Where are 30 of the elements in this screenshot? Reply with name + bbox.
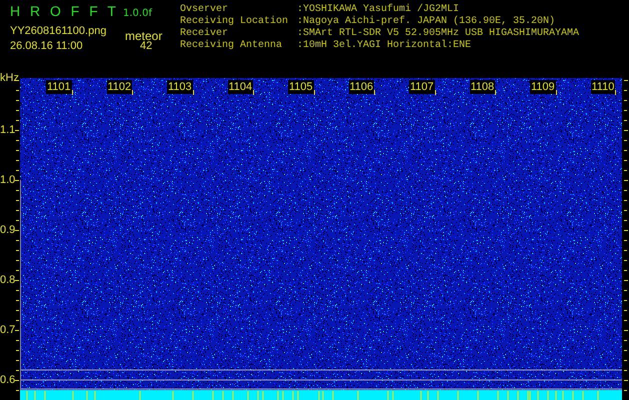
info-label: Receiving Location bbox=[180, 16, 290, 28]
time-label: 1103 bbox=[167, 80, 193, 94]
info-label: Receiving Antenna bbox=[180, 40, 284, 52]
info-label: Receiver bbox=[180, 28, 230, 40]
time-label: 1101 bbox=[46, 80, 72, 94]
axis-label: 1.0 bbox=[0, 173, 16, 187]
time-label: 1109 bbox=[530, 80, 556, 94]
meteor-count: 42 bbox=[140, 40, 152, 52]
info-value: :SMArt RTL-SDR V5 52.905MHz USB HIGASHIMURAYAMA bbox=[297, 28, 580, 40]
file-name: YY2608161100.png bbox=[10, 25, 108, 37]
axis-label: 0.7 bbox=[0, 323, 16, 337]
axis-label: 0.8 bbox=[0, 273, 16, 287]
info-value: :10mH 3el.YAGI Horizontal:ENE bbox=[297, 40, 472, 52]
time-label: 1104 bbox=[228, 80, 254, 94]
axis-label: 0.9 bbox=[0, 223, 16, 237]
axis-label: 1.1 bbox=[0, 123, 16, 137]
time-label: 1107 bbox=[409, 80, 435, 94]
time-label: 1102 bbox=[106, 80, 132, 94]
time-label: 1108 bbox=[470, 80, 496, 94]
time-label: 1105 bbox=[288, 80, 314, 94]
info-value: :YOSHIKAWA Yasufumi /JG2MLI bbox=[297, 4, 460, 16]
time-label: 1110 bbox=[590, 80, 616, 94]
info-label: Ovserver bbox=[180, 4, 230, 16]
info-value: :Nagoya Aichi-pref. JAPAN (136.90E, 35.20N) bbox=[297, 16, 556, 28]
axis-label: 0.6 bbox=[0, 373, 16, 387]
app-title: H R O F F T bbox=[10, 3, 119, 19]
date-time: 26.08.16 11:00 bbox=[10, 40, 84, 52]
version-label: 1.0.0f bbox=[123, 8, 152, 19]
axis-unit: kHz bbox=[0, 72, 19, 84]
time-label: 1106 bbox=[348, 80, 374, 94]
